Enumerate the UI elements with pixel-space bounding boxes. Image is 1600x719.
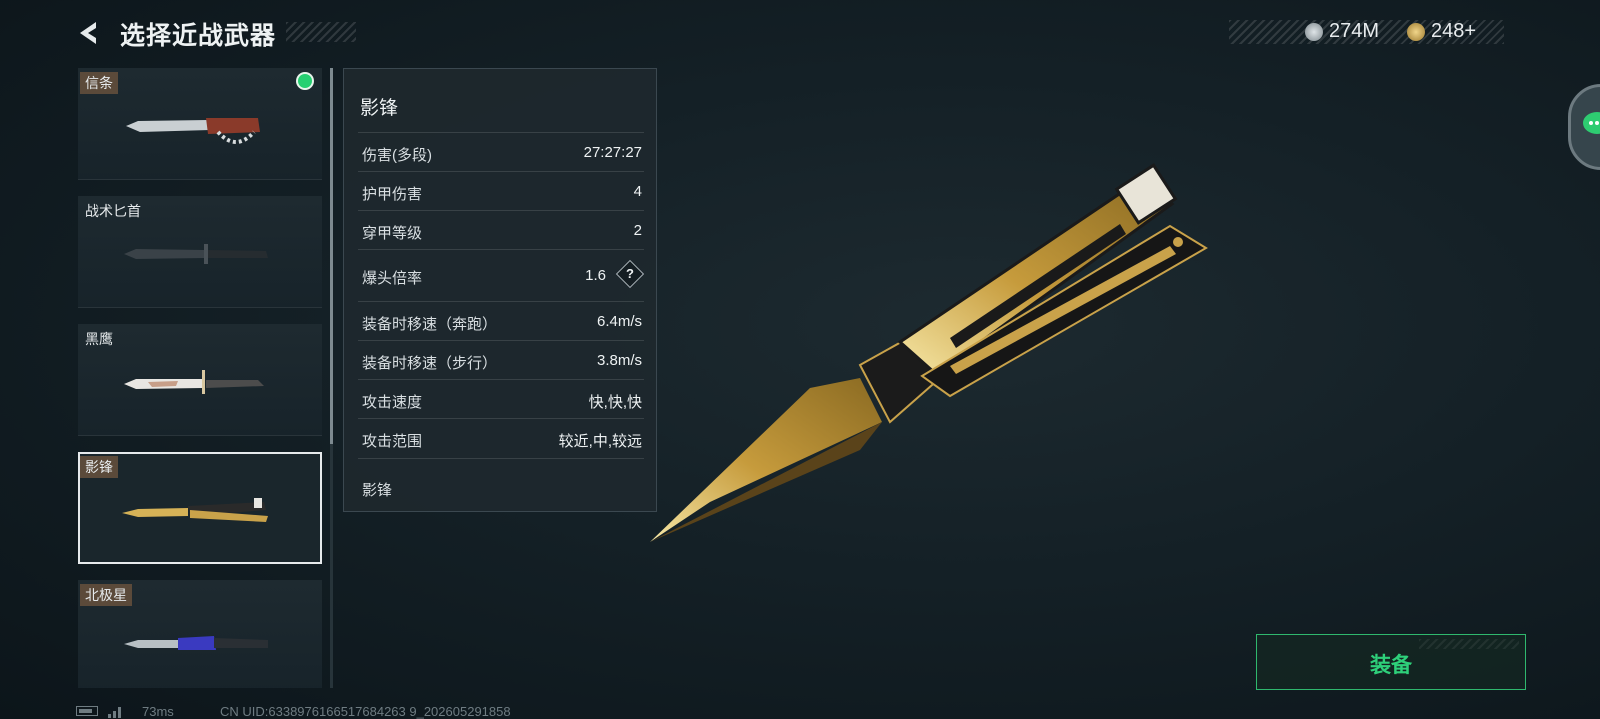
equip-button-decoration xyxy=(1419,639,1519,649)
chat-bubble-icon xyxy=(1583,112,1600,134)
ping-value: 73ms xyxy=(142,704,174,719)
weapon-list[interactable]: 信条 战术匕首 黑鹰 影锋 北极星 xyxy=(78,68,322,688)
stat-row: 攻击范围 较近,中,较远 xyxy=(358,418,644,459)
stat-label: 攻击范围 xyxy=(362,433,423,450)
weapon-item-label: 北极星 xyxy=(80,584,132,606)
stat-value: 1.6 xyxy=(585,267,606,284)
weapon-knife-image xyxy=(126,118,260,144)
weapon-item-shadow-blade[interactable]: 影锋 xyxy=(78,452,322,564)
stat-label: 护甲伤害 xyxy=(362,186,423,203)
currency-silver-value: 274M xyxy=(1329,20,1380,42)
gold-coin-icon xyxy=(1407,22,1425,41)
stat-label: 装备时移速（奔跑） xyxy=(362,316,498,333)
stat-value: 快,快,快 xyxy=(588,394,642,411)
battery-icon xyxy=(76,706,98,716)
stat-row: 爆头倍率 1.6 ? xyxy=(358,249,645,302)
weapon-knife-image xyxy=(122,498,268,522)
stat-value: 较近,中,较远 xyxy=(558,433,642,450)
coin-icon xyxy=(1305,22,1323,41)
stat-label: 装备时移速（步行） xyxy=(362,355,498,372)
weapon-knife-image xyxy=(124,636,268,650)
stat-value: 4 xyxy=(633,183,642,200)
stat-row: 装备时移速（步行） 3.8m/s xyxy=(358,340,644,380)
page-title: 选择近战武器 xyxy=(120,22,277,50)
weapon-item-black-eagle[interactable]: 黑鹰 xyxy=(78,324,322,436)
weapon-item-label: 战术匕首 xyxy=(85,203,141,219)
weapon-item-label: 黑鹰 xyxy=(85,331,113,347)
stat-row: 穿甲等级 2 xyxy=(358,210,644,250)
weapon-item-label: 影锋 xyxy=(80,456,118,478)
stat-value: 3.8m/s xyxy=(596,352,642,369)
weapon-stats-panel: 影锋 伤害(多段) 27:27:27 护甲伤害 4 穿甲等级 2 爆头倍率 1.… xyxy=(343,68,657,512)
help-icon[interactable]: ? xyxy=(615,259,645,289)
stat-row: 护甲伤害 4 xyxy=(358,171,644,211)
equip-button[interactable]: 装备 xyxy=(1256,634,1526,690)
weapon-name: 影锋 xyxy=(360,98,399,119)
weapon-item-label: 信条 xyxy=(80,72,118,94)
currency-bar: 274M 248+ xyxy=(1229,20,1504,44)
weapon-item-xintiao[interactable]: 信条 xyxy=(78,68,322,180)
stat-label: 攻击速度 xyxy=(362,394,423,411)
currency-silver: 274M xyxy=(1305,20,1379,43)
equip-button-label: 装备 xyxy=(1370,654,1412,677)
stat-value: 2 xyxy=(633,222,642,239)
signal-icon xyxy=(108,707,121,718)
user-uid: CN UID:6338976166517684263 9_20260529185… xyxy=(220,704,511,719)
weapon-knife-image xyxy=(124,370,264,394)
stat-value: 6.4m/s xyxy=(596,313,642,330)
back-arrow-icon[interactable] xyxy=(74,18,104,48)
equipped-indicator-icon xyxy=(298,74,312,88)
currency-gold-value: 248+ xyxy=(1431,20,1477,42)
weapon-3d-preview[interactable] xyxy=(650,160,1250,550)
weapon-item-tactical-dagger[interactable]: 战术匕首 xyxy=(78,196,322,308)
weapon-description: 影锋 xyxy=(362,482,393,499)
stat-value: 27:27:27 xyxy=(583,144,642,161)
stat-row: 装备时移速（奔跑） 6.4m/s xyxy=(358,301,644,341)
stat-label: 穿甲等级 xyxy=(362,225,423,242)
stat-label: 伤害(多段) xyxy=(362,147,432,164)
scrollbar-thumb[interactable] xyxy=(330,68,333,444)
chat-float-button[interactable] xyxy=(1568,84,1600,170)
stat-row: 伤害(多段) 27:27:27 xyxy=(358,132,644,172)
weapon-list-scrollbar[interactable] xyxy=(330,68,333,688)
stat-row: 攻击速度 快,快,快 xyxy=(358,379,644,419)
stat-label: 爆头倍率 xyxy=(362,270,423,287)
currency-gold[interactable]: 248+ xyxy=(1407,20,1476,43)
weapon-knife-image xyxy=(124,244,268,264)
weapon-item-polaris[interactable]: 北极星 xyxy=(78,580,322,688)
title-decoration xyxy=(286,22,356,42)
